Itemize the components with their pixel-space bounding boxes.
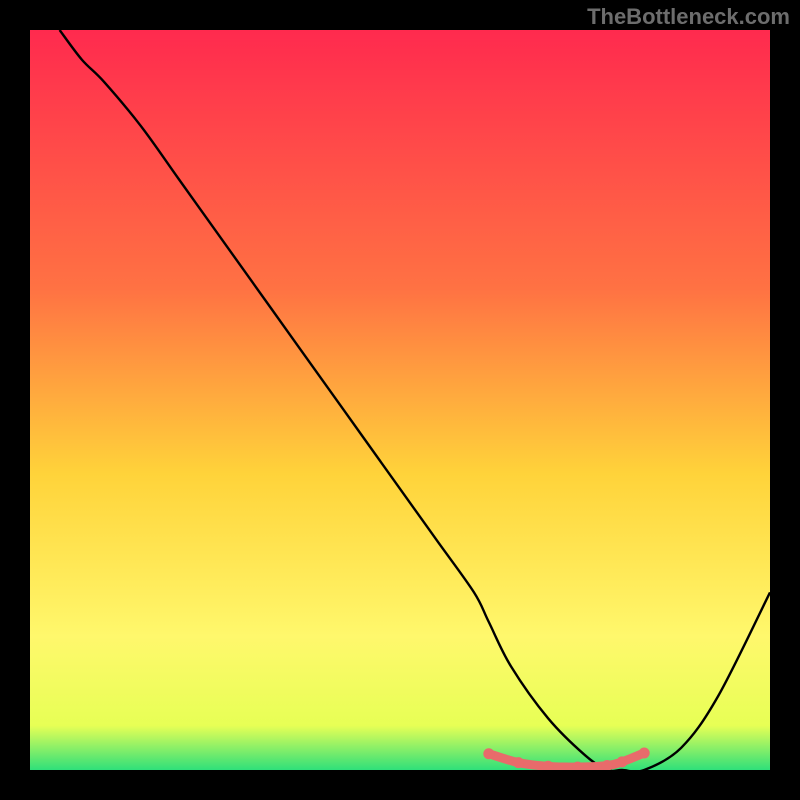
bottleneck-curve [60, 30, 770, 770]
optimal-dot [513, 757, 524, 768]
optimal-dot [483, 748, 494, 759]
curve-layer [30, 30, 770, 770]
optimal-dot [639, 747, 650, 758]
watermark-text: TheBottleneck.com [587, 4, 790, 30]
optimal-range-dots [483, 747, 649, 770]
optimal-dot [617, 756, 628, 767]
plot-area [30, 30, 770, 770]
chart-container: TheBottleneck.com [0, 0, 800, 800]
